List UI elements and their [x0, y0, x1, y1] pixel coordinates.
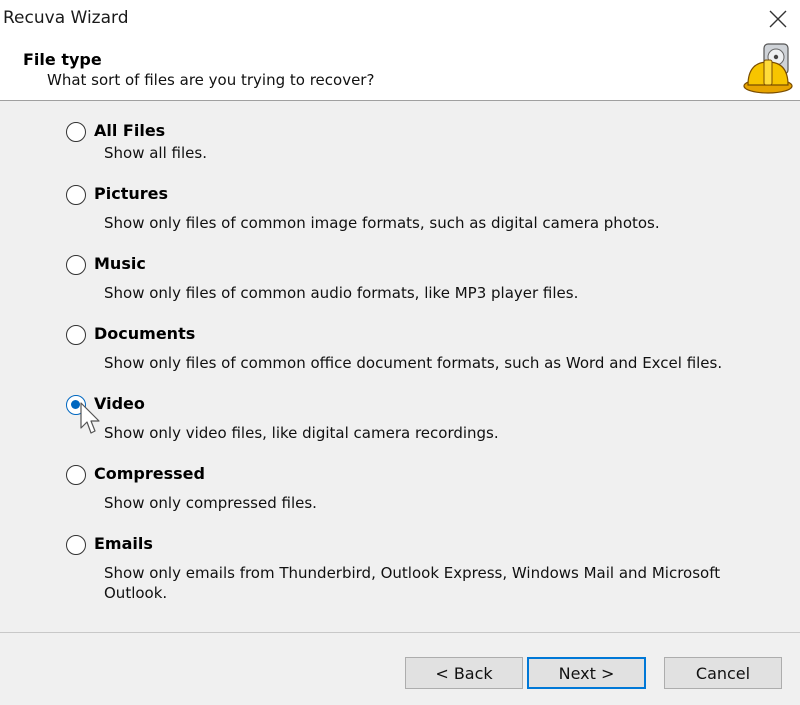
cancel-button[interactable]: Cancel — [664, 657, 782, 689]
file-type-options: All Files Show all files. Pictures Show … — [0, 101, 800, 632]
option-label[interactable]: Compressed — [94, 464, 205, 483]
option-description: Show only files of common audio formats,… — [104, 284, 579, 302]
page-subtitle: What sort of files are you trying to rec… — [47, 71, 375, 89]
radio-documents[interactable] — [66, 325, 86, 345]
option-label[interactable]: Emails — [94, 534, 153, 553]
option-description: Show only files of common image formats,… — [104, 214, 660, 232]
next-button[interactable]: Next > — [527, 657, 646, 689]
option-label[interactable]: Documents — [94, 324, 195, 343]
option-label[interactable]: Music — [94, 254, 146, 273]
recuva-logo-icon — [743, 43, 793, 94]
title-bar: Recuva Wizard — [0, 0, 800, 38]
option-description: Show only compressed files. — [104, 494, 317, 512]
window-title: Recuva Wizard — [3, 8, 129, 28]
radio-pictures[interactable] — [66, 185, 86, 205]
option-label[interactable]: All Files — [94, 121, 165, 140]
mouse-pointer-icon — [80, 402, 100, 434]
back-button[interactable]: < Back — [405, 657, 523, 689]
radio-emails[interactable] — [66, 535, 86, 555]
close-icon — [769, 10, 787, 28]
option-description: Show only emails from Thunderbird, Outlo… — [104, 564, 721, 602]
option-description: Show only video files, like digital came… — [104, 424, 499, 442]
option-description: Show all files. — [104, 144, 207, 162]
close-button[interactable] — [758, 0, 800, 38]
radio-all-files[interactable] — [66, 122, 86, 142]
wizard-header: File type What sort of files are you try… — [0, 38, 800, 101]
page-title: File type — [23, 50, 102, 69]
radio-music[interactable] — [66, 255, 86, 275]
button-bar: < Back Next > Cancel — [0, 633, 800, 705]
radio-compressed[interactable] — [66, 465, 86, 485]
option-label[interactable]: Pictures — [94, 184, 168, 203]
option-description: Show only files of common office documen… — [104, 354, 723, 372]
